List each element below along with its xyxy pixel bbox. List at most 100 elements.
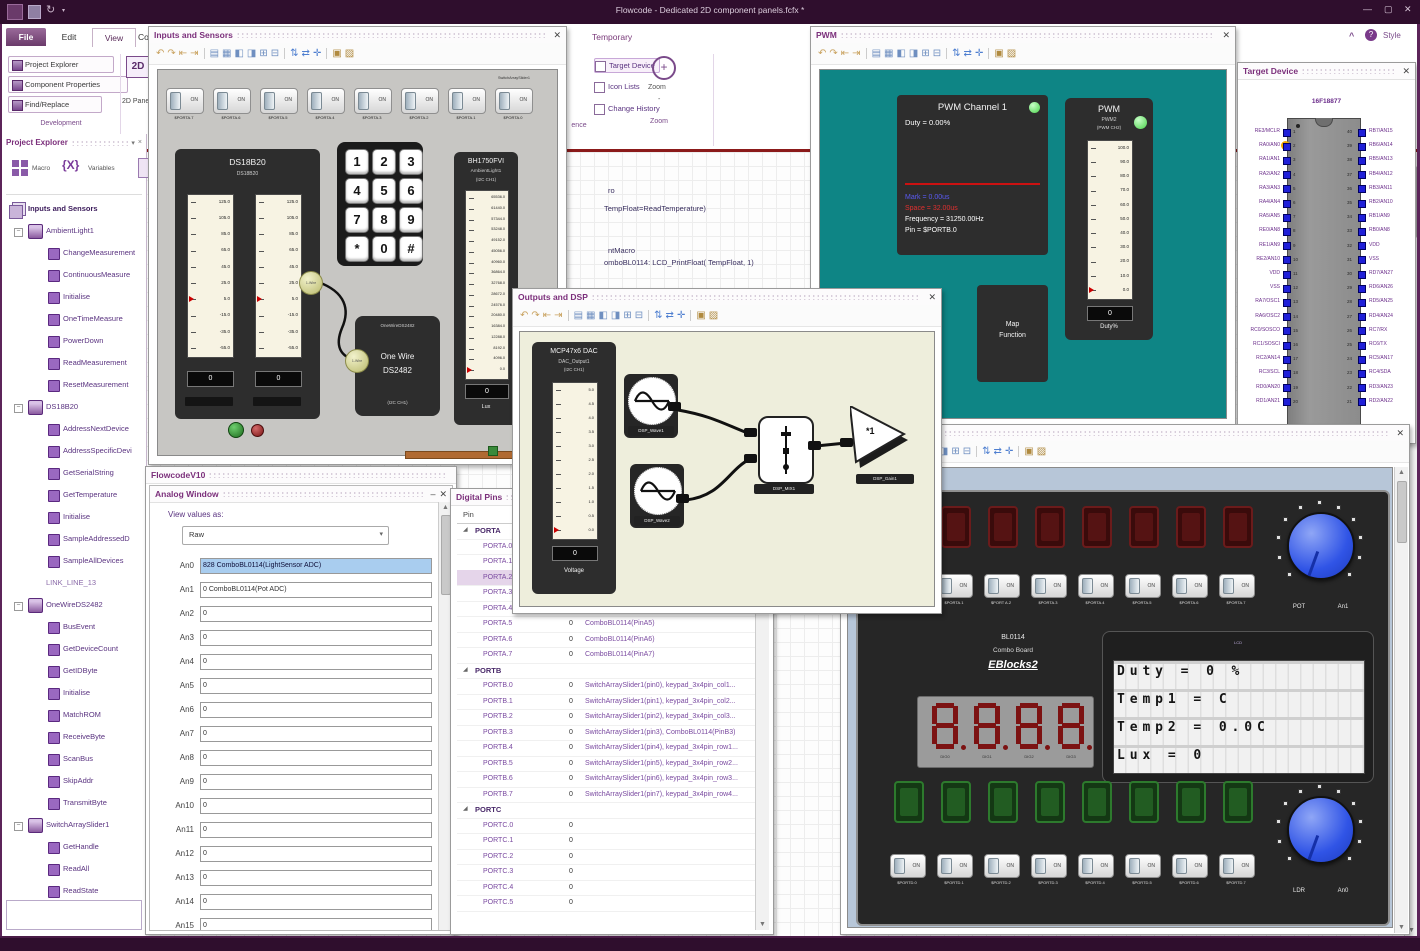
toggle-switch[interactable]: ON xyxy=(1078,574,1114,598)
tab-view[interactable]: View xyxy=(92,28,136,47)
tool-icon[interactable]: ⊞ xyxy=(921,48,929,59)
checkbox-icon[interactable] xyxy=(594,82,605,93)
toggle-switch[interactable]: ON xyxy=(1031,854,1067,878)
analog-value-field[interactable]: 0 xyxy=(200,870,432,886)
tree-item[interactable]: ReadAll xyxy=(4,858,145,880)
digital-pin-row[interactable]: PORTC.5 0 xyxy=(457,895,755,912)
group-titlebar[interactable]: FlowcodeV10 xyxy=(146,467,456,484)
tree-item[interactable]: GetIDByte xyxy=(4,660,145,682)
tool-icon[interactable]: ⇥ xyxy=(554,310,562,321)
tool-icon[interactable]: ✛ xyxy=(1005,446,1013,457)
toggle-switch[interactable]: ON xyxy=(1172,574,1208,598)
digital-pin-row[interactable]: ◢ PORTB xyxy=(457,663,755,679)
tool-icon[interactable]: ◨ xyxy=(247,48,256,59)
digital-pin-row[interactable]: PORTA.5 0 ComboBL0114(PinA5) xyxy=(457,616,755,633)
zoom-icon[interactable]: + xyxy=(652,56,676,80)
analog-value-field[interactable]: 0 xyxy=(200,822,432,838)
toggle-switch[interactable]: ON xyxy=(937,854,973,878)
tree-item[interactable]: MatchROM xyxy=(4,704,145,726)
help-icon[interactable]: ? xyxy=(1365,29,1377,41)
zoom-minus[interactable]: - xyxy=(658,96,660,103)
onewire-node[interactable]: 1-Wire xyxy=(345,349,369,373)
digital-pin-row[interactable]: PORTC.3 0 xyxy=(457,864,755,881)
tool-icon[interactable]: ⊞ xyxy=(623,310,631,321)
find-replace-button[interactable]: Find/Replace xyxy=(8,96,102,113)
analog-value-field[interactable]: 0 xyxy=(200,798,432,814)
qat-menu-icon[interactable]: ▾ xyxy=(62,7,65,14)
tree-item[interactable]: PowerDown xyxy=(4,330,145,352)
slider-marker[interactable] xyxy=(1089,287,1094,293)
tool-icon[interactable]: ⊟ xyxy=(271,48,279,59)
toggle-switch[interactable]: ON xyxy=(1219,854,1255,878)
tool-icon[interactable]: ⇥ xyxy=(190,48,198,59)
tool-icon[interactable]: ▨ xyxy=(1007,48,1016,59)
digital-pin-row[interactable]: PORTB.5 0 SwitchArraySlider1(pin5), keypad… xyxy=(457,756,755,772)
tool-icon[interactable]: ⊞ xyxy=(259,48,267,59)
analog-value-field[interactable]: 0 xyxy=(200,918,432,930)
tool-icon[interactable]: ▤ xyxy=(210,48,219,59)
close-button[interactable]: ✕ xyxy=(1404,4,1412,15)
digital-pin-row[interactable]: PORTB.3 0 SwitchArraySlider1(pin3), ComboB… xyxy=(457,725,755,741)
tree-expander[interactable]: – xyxy=(14,602,23,611)
tree-item[interactable]: LINK_LINE_13 xyxy=(4,572,145,594)
style-button[interactable]: Style xyxy=(1383,31,1401,40)
analog-value-field[interactable]: 0 xyxy=(200,678,432,694)
tool-icon[interactable]: ⇅ xyxy=(952,48,960,59)
panel-close-icon[interactable]: × xyxy=(138,139,142,146)
digital-pin-row[interactable]: PORTB.4 0 SwitchArraySlider1(pin4), keypad… xyxy=(457,740,755,757)
tree-item[interactable]: BusEvent xyxy=(4,616,145,638)
tree-item[interactable]: – DS18B20 xyxy=(4,396,145,418)
tree-item[interactable]: SampleAddressedD xyxy=(4,528,145,550)
tree-item[interactable]: – OneWireDS2482 xyxy=(4,594,145,616)
toggle-switch[interactable]: ON xyxy=(937,574,973,598)
toggle-switch[interactable]: ON xyxy=(984,574,1020,598)
dashboard-scrollbar[interactable]: ▲ ▼ xyxy=(1394,467,1408,933)
tree-item[interactable]: Initialise xyxy=(4,286,145,308)
close-icon[interactable]: ✕ xyxy=(1222,30,1230,41)
tree-item[interactable]: Initialise xyxy=(4,506,145,528)
tab-edit[interactable]: Edit xyxy=(50,28,88,46)
tool-icon[interactable]: ⇤ xyxy=(841,48,849,59)
tool-icon[interactable]: ⇄ xyxy=(666,310,674,321)
digital-pin-row[interactable]: PORTB.2 0 SwitchArraySlider1(pin2), keypad… xyxy=(457,709,755,726)
analog-value-field[interactable]: 0 xyxy=(200,774,432,790)
tree-expander[interactable]: ◢ xyxy=(463,523,468,539)
tool-icon[interactable]: ▨ xyxy=(709,310,718,321)
digital-pin-row[interactable]: ◢ PORTC xyxy=(457,802,755,819)
tree-item[interactable]: ReadState xyxy=(4,880,145,898)
tool-icon[interactable]: ⇤ xyxy=(179,48,187,59)
knob-dial[interactable] xyxy=(1287,512,1355,580)
scroll-down-icon[interactable]: ▼ xyxy=(756,921,769,928)
variables-icon[interactable]: {X} xyxy=(62,158,79,172)
analog-value-field[interactable]: 0 xyxy=(200,726,432,742)
tree-item[interactable]: AddressSpecificDevi xyxy=(4,440,145,462)
tool-icon[interactable]: ⊟ xyxy=(963,446,971,457)
toggle-switch[interactable]: ON xyxy=(984,854,1020,878)
tool-icon[interactable]: ⇤ xyxy=(543,310,551,321)
close-icon[interactable]: ✕ xyxy=(1396,428,1404,439)
tree-item[interactable]: – SwitchArraySlider1 xyxy=(4,814,145,836)
digital-pin-row[interactable]: PORTB.1 0 SwitchArraySlider1(pin1), keypad… xyxy=(457,694,755,710)
tree-expander[interactable]: ◢ xyxy=(463,802,468,818)
digital-pin-row[interactable]: PORTC.0 0 xyxy=(457,818,755,834)
outputs-window-titlebar[interactable]: Outputs and DSP ✕ xyxy=(513,289,941,306)
inputs-window-titlebar[interactable]: Inputs and Sensors ✕ xyxy=(149,27,566,44)
digital-pin-row[interactable]: PORTC.4 0 xyxy=(457,880,755,896)
scroll-down-icon[interactable]: ▼ xyxy=(1395,924,1408,931)
tree-item[interactable]: AddressNextDevice xyxy=(4,418,145,440)
ribbon-collapse-icon[interactable]: ^ xyxy=(1349,31,1354,41)
tool-icon[interactable]: ⇄ xyxy=(302,48,310,59)
analog-value-field[interactable]: 0 xyxy=(200,702,432,718)
pot-knob[interactable]: POT An1 xyxy=(1273,498,1369,630)
tool-icon[interactable]: ↷ xyxy=(531,310,539,321)
save-icon[interactable] xyxy=(28,5,41,19)
tool-icon[interactable]: ✛ xyxy=(975,48,983,59)
pwm-window-titlebar[interactable]: PWM ✕ xyxy=(811,27,1235,44)
toggle-switch[interactable]: ON xyxy=(1219,574,1255,598)
tool-icon[interactable]: ◧ xyxy=(896,48,905,59)
tool-icon[interactable]: ▣ xyxy=(332,48,341,59)
toggle-switch[interactable]: ON xyxy=(1125,854,1161,878)
tree-item[interactable]: OneTimeMeasure xyxy=(4,308,145,330)
tree-item[interactable]: SampleAllDevices xyxy=(4,550,145,572)
scroll-thumb[interactable] xyxy=(1397,481,1407,543)
